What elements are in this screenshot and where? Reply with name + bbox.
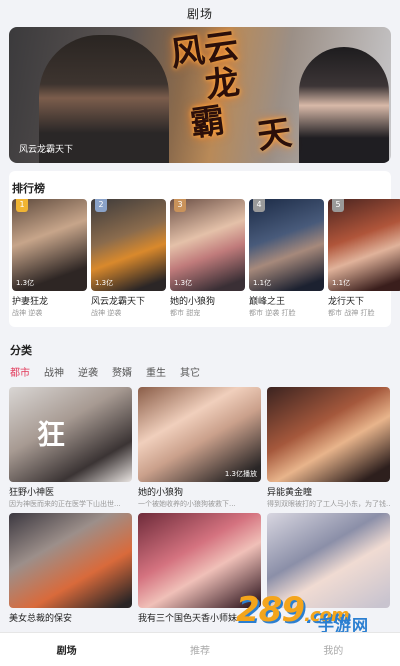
- ranking-item[interactable]: 4 1.1亿 巅峰之王 都市 逆袭 打脸: [249, 199, 324, 318]
- rank-badge: 5: [332, 199, 344, 212]
- rank-badge: 2: [95, 199, 107, 212]
- drama-card[interactable]: 狂 狂野小神医 因为神医而来的正在医学下山出世...: [9, 387, 132, 509]
- drama-desc: 得到双眼被打的了工人马小东，为了钱...: [267, 500, 390, 508]
- drama-poster: 1.3亿播放: [138, 387, 261, 482]
- ranking-item-tags: 战神 逆袭: [12, 309, 43, 317]
- ranking-item-title: 龙行天下: [328, 297, 365, 307]
- play-count: 1.3亿: [174, 279, 193, 287]
- nav-theater[interactable]: 剧场: [0, 642, 133, 657]
- ranking-item-tags: 都市 甜宠: [170, 309, 201, 317]
- category-title: 分类: [10, 344, 32, 357]
- drama-card[interactable]: 1.3亿播放 她的小狼狗 一个被她收养的小狼狗被救下...: [138, 387, 261, 509]
- ranking-poster: 5 1.1亿: [328, 199, 400, 291]
- tab-zhanshen[interactable]: 战神: [44, 364, 78, 379]
- drama-title: 异能黄金瞳: [267, 488, 313, 498]
- ranking-title: 排行榜: [12, 182, 45, 195]
- ranking-poster: 1 1.3亿: [12, 199, 87, 291]
- ranking-poster: 3 1.3亿: [170, 199, 245, 291]
- nav-mine[interactable]: 我的: [267, 642, 400, 657]
- ranking-item[interactable]: 3 1.3亿 她的小狼狗 都市 甜宠: [170, 199, 245, 318]
- ranking-section: 排行榜 1 1.3亿 护妻狂龙 战神 逆袭 2 1.3亿 风云龙霸天下 战神 逆…: [9, 171, 400, 327]
- ranking-item-title: 巅峰之王: [249, 297, 286, 307]
- ranking-item[interactable]: 1 1.3亿 护妻狂龙 战神 逆袭: [12, 199, 87, 318]
- drama-title: 她的小狼狗: [138, 488, 184, 498]
- ranking-poster: 4 1.1亿: [249, 199, 324, 291]
- banner-art-line-4: 天: [254, 112, 295, 158]
- tab-dushi[interactable]: 都市: [10, 364, 44, 379]
- category-grid: 狂 狂野小神医 因为神医而来的正在医学下山出世... 1.3亿播放 她的小狼狗 …: [9, 387, 390, 624]
- ranking-item-tags: 战神 逆袭: [91, 309, 122, 317]
- rank-badge: 1: [16, 199, 28, 212]
- ranking-poster: 2 1.3亿: [91, 199, 166, 291]
- top-bar: 剧场: [0, 0, 400, 26]
- drama-poster: 狂: [9, 387, 132, 482]
- play-count: 1.1亿: [253, 279, 272, 287]
- drama-poster: [9, 513, 132, 608]
- ranking-item-tags: 都市 战神 打脸: [328, 309, 375, 317]
- featured-banner[interactable]: 风云 龙 霸 天 风云龙霸天下: [9, 27, 391, 163]
- tab-qita[interactable]: 其它: [180, 364, 214, 379]
- ranking-item-tags: 都市 逆袭 打脸: [249, 309, 296, 317]
- ranking-item-title: 风云龙霸天下: [91, 297, 146, 307]
- drama-title: 狂野小神医: [9, 488, 55, 498]
- page-title: 剧场: [186, 6, 213, 21]
- ranking-item[interactable]: 2 1.3亿 风云龙霸天下 战神 逆袭: [91, 199, 166, 318]
- play-count: 1.3亿: [16, 279, 35, 287]
- play-count: 1.3亿播放: [224, 470, 257, 478]
- tab-zhuixu[interactable]: 赘婿: [112, 364, 146, 379]
- drama-desc: 一个被她收养的小狼狗被救下...: [138, 500, 236, 508]
- tab-nixi[interactable]: 逆袭: [78, 364, 112, 379]
- banner-actress: [299, 47, 389, 163]
- ranking-list: 1 1.3亿 护妻狂龙 战神 逆袭 2 1.3亿 风云龙霸天下 战神 逆袭 3 …: [12, 199, 400, 318]
- site-watermark: 289.com 手游网: [236, 590, 396, 635]
- rank-badge: 3: [174, 199, 186, 212]
- ranking-item[interactable]: 5 1.1亿 龙行天下 都市 战神 打脸: [328, 199, 400, 318]
- drama-poster: [267, 387, 390, 482]
- ranking-item-title: 她的小狼狗: [170, 297, 216, 307]
- play-count: 1.3亿: [95, 279, 114, 287]
- tab-chongsheng[interactable]: 重生: [146, 364, 180, 379]
- bottom-navigation: 剧场 推荐 我的: [0, 632, 400, 666]
- drama-card[interactable]: 美女总裁的保安: [9, 513, 132, 624]
- rank-badge: 4: [253, 199, 265, 212]
- category-tabs: 都市 战神 逆袭 赘婿 重生 其它: [10, 364, 214, 379]
- ranking-item-title: 护妻狂龙: [12, 297, 49, 307]
- poster-overlay-text: 狂: [37, 418, 66, 451]
- banner-caption: 风云龙霸天下: [19, 145, 74, 155]
- nav-recommend[interactable]: 推荐: [133, 642, 266, 657]
- drama-desc: 因为神医而来的正在医学下山出世...: [9, 500, 121, 508]
- play-count: 1.1亿: [332, 279, 351, 287]
- drama-title: 美女总裁的保安: [9, 614, 73, 624]
- drama-card[interactable]: 异能黄金瞳 得到双眼被打的了工人马小东，为了钱...: [267, 387, 390, 509]
